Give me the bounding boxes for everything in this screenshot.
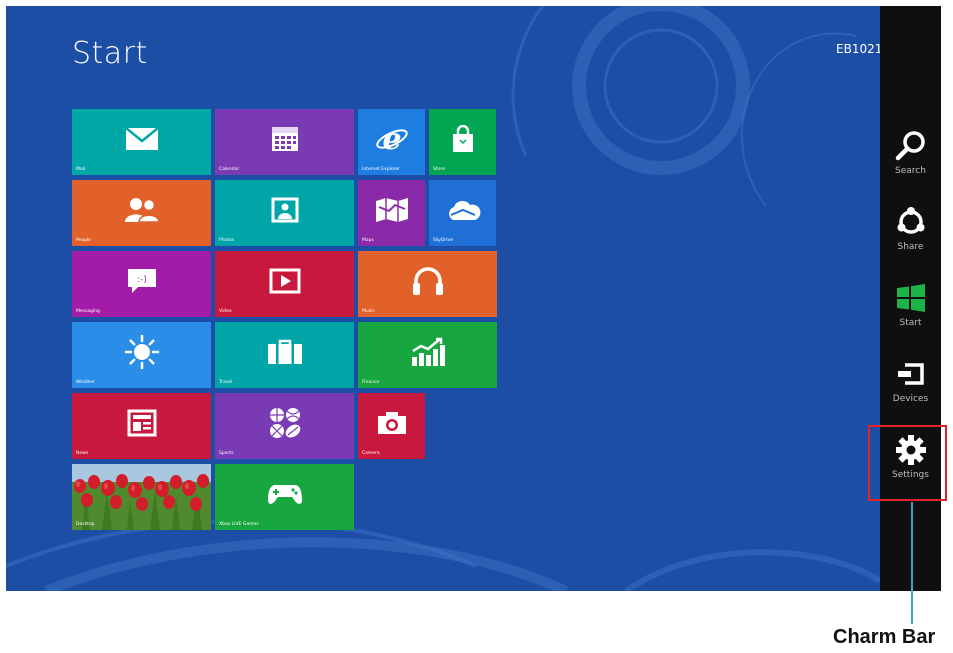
photos-icon	[271, 197, 298, 223]
tile-messaging[interactable]: :-) Messaging	[72, 251, 211, 317]
tile-finance[interactable]: Finance	[358, 322, 497, 388]
internet-explorer-icon: e	[375, 124, 408, 154]
charm-label: Search	[895, 166, 926, 176]
tile-news[interactable]: News	[72, 393, 211, 459]
tile-label: Mail	[76, 167, 86, 172]
charm-start[interactable]: Start	[880, 276, 941, 346]
maps-icon	[375, 197, 408, 222]
video-play-icon	[269, 268, 300, 294]
tile-weather[interactable]: Weather	[72, 322, 211, 388]
tile-label: Desktop	[76, 522, 95, 527]
search-icon	[895, 131, 925, 161]
charm-devices[interactable]: Devices	[880, 352, 941, 422]
tile-label: Internet Explorer	[362, 167, 401, 172]
tile-video[interactable]: Video	[215, 251, 354, 317]
headphones-icon	[412, 266, 443, 295]
tile-xbox-live-games[interactable]: Xbox LIVE Games	[215, 464, 354, 530]
tile-store[interactable]: Store	[429, 109, 496, 175]
tile-photos[interactable]: Photos	[215, 180, 354, 246]
tile-label: SkyDrive	[433, 238, 453, 243]
desktop-tulips-image	[72, 464, 211, 530]
start-title: Start	[72, 36, 148, 71]
tile-music[interactable]: Music	[358, 251, 497, 317]
tile-skydrive[interactable]: SkyDrive	[429, 180, 496, 246]
tile-label: Travel	[219, 380, 233, 385]
tile-label: Messaging	[76, 309, 100, 314]
finance-chart-icon	[411, 337, 445, 366]
settings-highlight-box	[868, 425, 947, 501]
tile-label: Photos	[219, 238, 235, 243]
tile-travel[interactable]: Travel	[215, 322, 354, 388]
tile-label: Video	[219, 309, 232, 314]
mail-icon	[124, 126, 159, 150]
tile-label: Maps	[362, 238, 374, 243]
charm-label: Devices	[892, 394, 929, 404]
tile-label: People	[76, 238, 91, 243]
windows-logo-icon	[897, 284, 925, 312]
tile-internet-explorer[interactable]: e Internet Explorer	[358, 109, 425, 175]
svg-text::-): :-)	[137, 275, 147, 285]
tile-label: Finance	[362, 380, 380, 385]
charm-bar-callout-label: Charm Bar	[833, 626, 936, 648]
charm-label: Share	[897, 242, 924, 252]
store-bag-icon	[452, 124, 473, 152]
newspaper-icon	[127, 409, 156, 437]
tile-people[interactable]: People	[72, 180, 211, 246]
tile-label: Xbox LIVE Games	[219, 522, 259, 527]
tile-label: Weather	[76, 380, 95, 385]
tile-label: Sports	[219, 451, 234, 456]
xbox-controller-icon	[267, 484, 302, 504]
tile-label: Calendar	[219, 167, 240, 172]
tile-label: Music	[362, 309, 375, 314]
sports-balls-icon	[269, 407, 300, 438]
charm-search[interactable]: Search	[880, 124, 941, 194]
callout-line	[911, 502, 913, 624]
start-screen: Start EB1021 Mail Calendar e Internet Ex…	[6, 6, 941, 591]
charm-label: Start	[899, 318, 922, 328]
tile-camera[interactable]: Camera	[358, 393, 425, 459]
tile-label: News	[76, 451, 89, 456]
svg-text:e: e	[382, 124, 401, 154]
suitcase-icon	[267, 339, 302, 364]
camera-icon	[377, 411, 406, 434]
calendar-icon	[271, 126, 298, 151]
tile-label: Store	[433, 167, 445, 172]
tile-calendar[interactable]: Calendar	[215, 109, 354, 175]
tile-label: Camera	[362, 451, 380, 456]
sun-icon	[124, 334, 159, 369]
tile-desktop[interactable]: Desktop	[72, 464, 211, 530]
messaging-icon: :-)	[127, 268, 156, 293]
skydrive-cloud-icon	[448, 200, 480, 220]
tile-mail[interactable]: Mail	[72, 109, 211, 175]
tile-maps[interactable]: Maps	[358, 180, 425, 246]
charm-share[interactable]: Share	[880, 200, 941, 270]
share-icon	[897, 207, 925, 234]
people-icon	[124, 197, 160, 223]
tile-sports[interactable]: Sports	[215, 393, 354, 459]
user-account-name[interactable]: EB1021	[836, 42, 884, 56]
devices-icon	[898, 363, 924, 385]
